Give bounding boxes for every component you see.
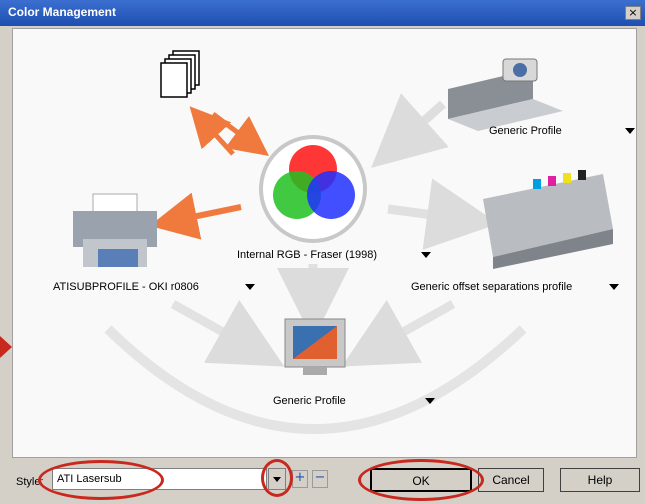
scanner-profile-dropdown[interactable] [625,128,635,134]
internal-rgb-label: Internal RGB - Fraser (1998) [237,249,377,261]
press-profile-dropdown[interactable] [609,284,619,290]
printer-profile-label: ATISUBPROFILE - OKI r0806 [53,281,199,293]
style-select[interactable]: ATI Lasersub [52,468,267,490]
documents-icon[interactable] [160,50,200,98]
title-bar: Color Management × [0,0,645,26]
scanner-camera-icon[interactable] [448,58,563,131]
press-profile-label: Generic offset separations profile [411,281,573,293]
monitor-icon[interactable] [284,318,346,375]
color-flow-diagram: Generic Profile Internal RGB - Fraser (1… [12,28,637,458]
annotation-arrow [0,336,12,358]
ok-button[interactable]: OK [370,468,472,492]
offset-press-icon[interactable] [483,170,613,269]
desktop-printer-icon[interactable] [73,193,157,267]
internal-rgb-dropdown[interactable] [421,252,431,258]
printer-profile-dropdown[interactable] [245,284,255,290]
window-title: Color Management [8,5,117,19]
help-button[interactable]: Help [560,468,640,492]
close-button[interactable]: × [625,6,641,20]
center-to-press-arrow [387,178,499,250]
center-to-printer-arrow [149,192,242,240]
monitor-profile-label: Generic Profile [273,395,346,407]
style-dropdown-button[interactable] [268,468,286,490]
remove-style-button[interactable]: − [312,470,328,488]
printer-to-monitor-arrow [170,299,285,367]
monitor-profile-dropdown[interactable] [425,398,435,404]
chevron-down-icon [273,477,281,482]
press-to-monitor-arrow [341,299,456,367]
rgb-color-wheel-icon[interactable] [259,135,367,243]
cancel-button[interactable]: Cancel [478,468,544,492]
scanner-to-center-arrow [371,93,449,168]
style-label: Style: [16,476,44,488]
scanner-profile-label: Generic Profile [489,125,562,137]
flow-arrows [73,50,613,434]
add-style-button[interactable]: + [292,470,308,488]
